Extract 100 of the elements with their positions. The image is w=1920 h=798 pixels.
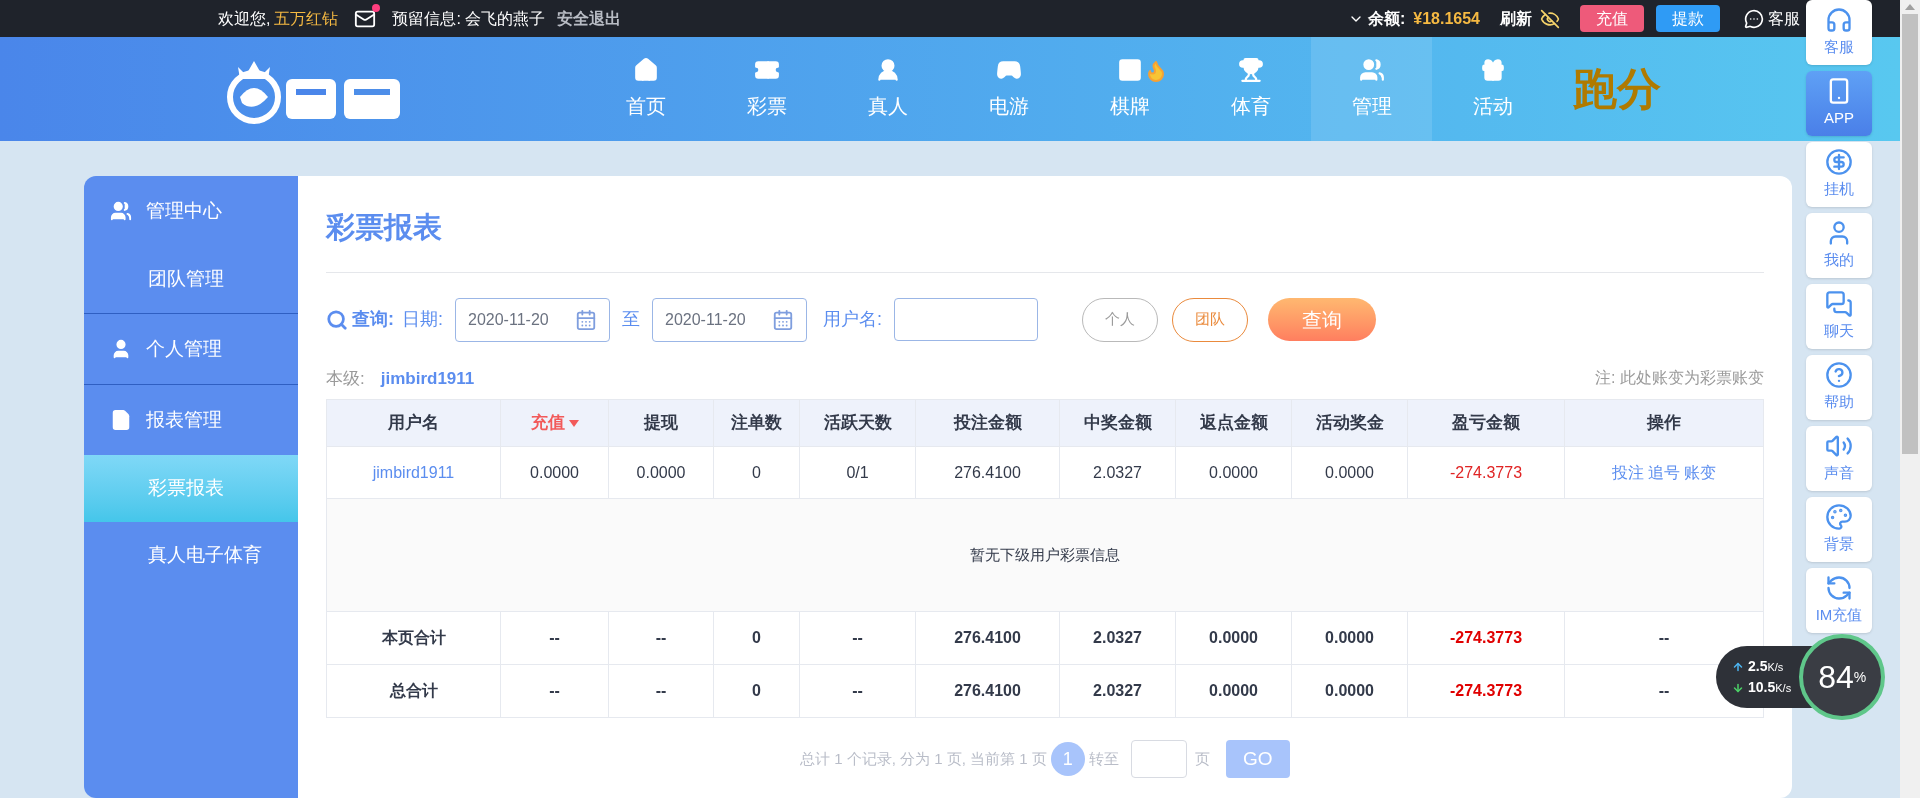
nav-tab[interactable]: 电游	[948, 37, 1069, 141]
table-cell-text: --	[549, 628, 560, 648]
reserved-message: 会飞的燕子	[464, 8, 545, 29]
side-panel-button[interactable]: 我的	[1806, 213, 1872, 278]
action-link[interactable]: 追号	[1648, 460, 1680, 485]
scrollbar[interactable]	[1900, 0, 1920, 798]
query-label: 查询:	[352, 308, 394, 331]
nav-tab[interactable]: 彩票	[706, 37, 827, 141]
table-cell-text: --	[852, 681, 863, 701]
greeting: 欢迎您,	[218, 8, 271, 29]
recharge-button[interactable]: 充值	[1580, 5, 1644, 32]
chat-icon[interactable]	[1744, 8, 1764, 29]
column-header: 用户名	[327, 400, 501, 446]
nav-tab[interactable]: 真人	[827, 37, 948, 141]
table-cell-text: --	[655, 681, 667, 701]
headset-icon	[1825, 6, 1853, 35]
date-to-field[interactable]: 2020-11-20	[652, 297, 807, 342]
trophy-icon	[1237, 57, 1264, 83]
side-panel-button[interactable]: APP	[1806, 71, 1872, 136]
nav-tab[interactable]: 棋牌	[1069, 37, 1190, 141]
mail-icon[interactable]	[354, 7, 377, 30]
column-header: 投注金额	[916, 400, 1060, 446]
page-button[interactable]: 1	[1050, 742, 1085, 776]
sidebar-item[interactable]: 团队管理	[84, 246, 298, 313]
column-header: 活动奖金	[1292, 400, 1408, 446]
side-panel-button[interactable]: 客服	[1806, 0, 1872, 65]
column-header: 操作	[1645, 412, 1682, 435]
table-cell-text: 2.0327	[1093, 628, 1142, 648]
sidebar-item[interactable]: 真人电子体育	[84, 522, 298, 589]
tile-icon	[1116, 57, 1143, 83]
table-cell-text: --	[852, 628, 863, 648]
table-cell-text: 2.0327	[1093, 681, 1142, 701]
side-panel-button[interactable]: 背景	[1806, 497, 1872, 562]
column-header: 提现	[609, 400, 714, 446]
calendar-icon[interactable]	[575, 308, 597, 331]
query-button[interactable]: 查询	[1268, 298, 1377, 341]
table-cell-text: -274.3773	[1449, 628, 1523, 648]
column-header: 注单数	[714, 400, 800, 446]
sidebar-item[interactable]: 彩票报表	[84, 455, 298, 522]
username-field[interactable]	[894, 298, 1039, 341]
scroll-up-icon[interactable]	[1905, 4, 1915, 10]
nav-tab[interactable]: 体育	[1190, 37, 1311, 141]
action-link[interactable]: 账变	[1684, 460, 1716, 485]
gift-icon	[1479, 57, 1506, 83]
download-arrow-icon	[1732, 681, 1744, 694]
withdraw-button[interactable]: 提款	[1656, 5, 1720, 32]
message-label: 预留信息:	[392, 8, 461, 29]
sort-desc-icon	[568, 419, 579, 427]
paofen-link[interactable]: 跑分	[1573, 56, 1661, 122]
pagination-summary: 总计 1 个记录, 分为 1 页, 当前第 1 页	[800, 748, 1047, 769]
balance-value: ¥18.1654	[1413, 8, 1480, 29]
column-header: 返点金额	[1176, 400, 1292, 446]
table-cell-text: 276.4100	[954, 681, 1021, 701]
sidebar-group[interactable]: 管理中心	[84, 176, 298, 246]
column-header[interactable]: 充值	[501, 400, 609, 446]
nav-tab[interactable]: 活动	[1432, 37, 1553, 141]
side-panel-button[interactable]: 挂机	[1806, 142, 1872, 207]
level-label: 本级:	[326, 367, 365, 390]
sidebar-group[interactable]: 个人管理	[84, 314, 298, 384]
date-label: 日期:	[402, 308, 443, 331]
table-cell-text: 0.0000	[1209, 681, 1258, 701]
calendar-icon[interactable]	[772, 308, 794, 331]
refresh-icon	[1825, 574, 1853, 603]
refresh-link[interactable]: 刷新	[1500, 6, 1532, 31]
page-unit: 页	[1194, 748, 1210, 769]
memory-gauge: 84%	[1799, 634, 1886, 720]
side-panel-button[interactable]: 声音	[1806, 426, 1872, 491]
sidebar-group[interactable]: 报表管理	[84, 385, 298, 455]
table-cell-text: --	[549, 681, 560, 701]
logout-link[interactable]: 安全退出	[556, 6, 621, 31]
table-cell-text: --	[1658, 681, 1670, 701]
balance-label: 余额:	[1367, 8, 1406, 29]
date-from-field[interactable]: 2020-11-20	[455, 297, 610, 342]
side-panel-button[interactable]: IM充值	[1806, 568, 1872, 633]
table-cell-text: 总合计	[389, 681, 438, 701]
go-button[interactable]: GO	[1225, 740, 1290, 778]
page-field[interactable]	[1130, 740, 1187, 778]
column-header: 活跃天数	[800, 400, 916, 446]
download-speed: 10.5K/s	[1748, 678, 1792, 697]
money-icon	[1825, 148, 1853, 177]
action-link[interactable]: 投注	[1612, 460, 1644, 485]
to-label: 至	[622, 308, 640, 331]
table-cell-text: 0.0000	[1209, 628, 1258, 648]
service-link[interactable]: 客服	[1768, 6, 1800, 31]
column-header: 中奖金额	[1060, 400, 1176, 446]
upload-arrow-icon	[1732, 660, 1744, 673]
table-cell-text: 276.4100	[954, 628, 1021, 648]
level-user: jimbird1911	[380, 367, 475, 390]
side-panel-button[interactable]: 聊天	[1806, 284, 1872, 349]
eye-off-icon[interactable]	[1540, 8, 1560, 29]
nav-tab[interactable]: 管理	[1311, 37, 1432, 141]
side-panel-button[interactable]: 帮助	[1806, 355, 1872, 420]
document-icon	[110, 409, 132, 431]
nav-tab[interactable]: 首页	[585, 37, 706, 141]
table-cell-text: 0	[752, 628, 761, 648]
table-cell-text: 0.0000	[1325, 628, 1374, 648]
table-cell-text: -274.3773	[1449, 681, 1523, 701]
note: 注: 此处账变为彩票账变	[1595, 368, 1764, 389]
table-cell-text: 0	[752, 681, 761, 701]
user-level: 五万红钻	[274, 8, 339, 29]
